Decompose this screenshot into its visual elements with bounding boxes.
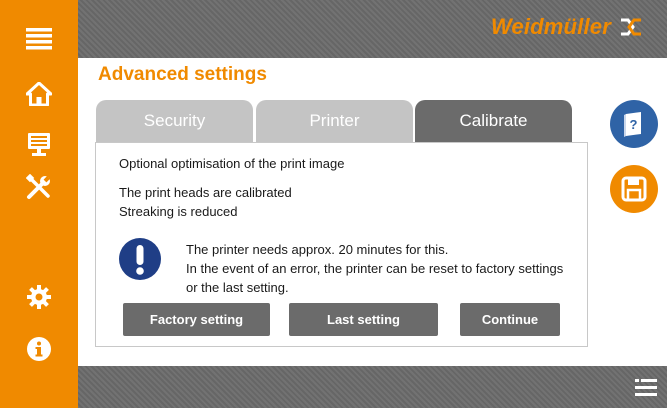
help-button[interactable]: ? [610, 100, 658, 148]
last-setting-button[interactable]: Last setting [289, 303, 438, 336]
gear-icon[interactable] [24, 282, 54, 312]
save-button[interactable] [610, 165, 658, 213]
tab-label: Security [143, 111, 206, 130]
tab-security[interactable]: Security [96, 100, 253, 142]
continue-button[interactable]: Continue [460, 303, 560, 336]
bottom-bar [78, 366, 667, 408]
top-bar: Weidmüller [78, 0, 667, 58]
description-text: Optional optimisation of the print image [119, 156, 345, 171]
sidebar [0, 0, 78, 408]
help-manual-icon: ? [624, 112, 641, 137]
tab-printer[interactable]: Printer [256, 100, 413, 142]
tab-label: Calibrate [459, 111, 528, 130]
factory-setting-button[interactable]: Factory setting [123, 303, 270, 336]
menu-icon[interactable] [24, 24, 54, 54]
page-title: Advanced settings [98, 64, 267, 85]
list-menu-icon[interactable] [635, 378, 657, 403]
notice-line-1: The printer needs approx. 20 minutes for… [186, 242, 449, 257]
brand-name: Weidmüller [490, 14, 611, 39]
notice-line-2: In the event of an error, the printer ca… [186, 261, 564, 276]
tab-label: Printer [309, 111, 360, 130]
brand-logo: Weidmüller [491, 14, 643, 40]
notice-line-3: or the last setting. [186, 280, 289, 295]
svg-text:?: ? [630, 117, 638, 132]
calibrated-text: The print heads are calibrated [119, 185, 292, 200]
home-icon[interactable] [24, 79, 54, 109]
tools-icon[interactable] [24, 172, 54, 202]
brand-symbol-icon [621, 18, 641, 36]
warning-icon [119, 238, 161, 280]
streaking-text: Streaking is reduced [119, 204, 238, 219]
tab-calibrate[interactable]: Calibrate [415, 100, 572, 142]
monitor-icon[interactable] [24, 130, 54, 160]
floppy-disk-icon [621, 176, 647, 202]
info-icon[interactable] [24, 334, 54, 364]
